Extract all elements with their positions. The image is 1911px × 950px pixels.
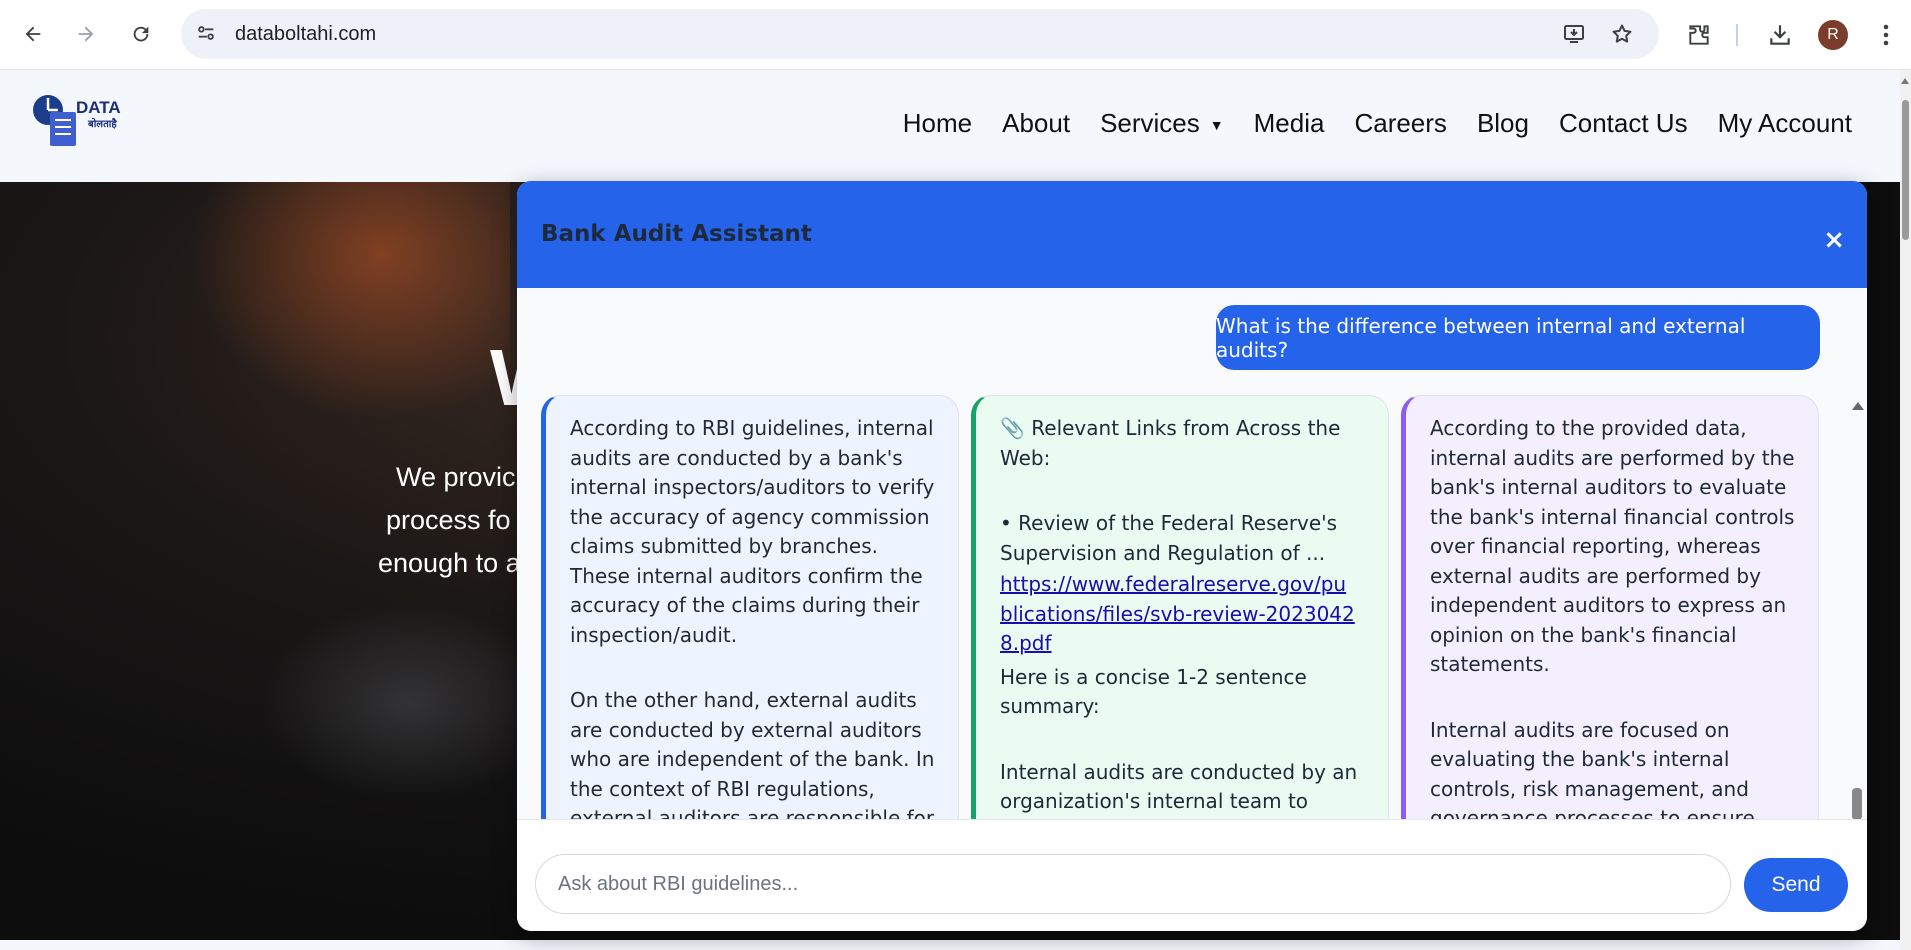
user-message-bubble: What is the difference between internal … xyxy=(1216,305,1820,370)
scroll-up-arrow-icon[interactable] xyxy=(1852,402,1864,410)
site-header: DATA बोलताहै Home About Services ▼ Media … xyxy=(0,70,1900,182)
answer-paragraph: According to the provided data, internal… xyxy=(1430,416,1795,676)
forward-arrow-icon[interactable] xyxy=(66,14,106,54)
bookmark-star-icon[interactable] xyxy=(1608,20,1636,48)
link-item-title: • Review of the Federal Reserve's Superv… xyxy=(1000,511,1338,565)
answer-card-web-links: 📎 Relevant Links from Across the Web: • … xyxy=(971,395,1389,819)
paperclip-icon: 📎 xyxy=(1000,416,1025,440)
download-icon[interactable] xyxy=(1763,18,1797,52)
toolbar-divider xyxy=(1736,24,1738,46)
chat-title: Bank Audit Assistant xyxy=(541,221,812,247)
summary-text: Internal audits are conducted by an orga… xyxy=(1000,759,1358,820)
nav-services-label: Services xyxy=(1100,108,1200,138)
link-item-url[interactable]: https://www.federalreserve.gov/publicati… xyxy=(1000,570,1358,659)
hero-text-line: We provic xyxy=(396,462,516,492)
install-app-icon[interactable] xyxy=(1560,20,1588,48)
main-nav: Home About Services ▼ Media Careers Blog … xyxy=(903,108,1852,139)
site-info-icon[interactable] xyxy=(195,22,217,49)
nav-contact-us[interactable]: Contact Us xyxy=(1559,108,1688,139)
answer-card-rbi: According to RBI guidelines, internal au… xyxy=(541,395,959,819)
page-footer-strip xyxy=(0,940,1900,950)
kebab-menu-icon[interactable] xyxy=(1869,18,1903,52)
page-scrollbar[interactable] xyxy=(1900,70,1911,950)
profile-avatar[interactable]: R xyxy=(1818,20,1848,50)
web-links-heading-text: Relevant Links from Across the Web: xyxy=(1000,416,1341,470)
browser-toolbar: databoltahi.com R xyxy=(0,0,1911,70)
extensions-icon[interactable] xyxy=(1682,18,1716,52)
nav-home[interactable]: Home xyxy=(903,108,972,139)
chat-messages[interactable]: What is the difference between internal … xyxy=(517,288,1867,819)
send-button[interactable]: Send xyxy=(1744,858,1848,912)
nav-media[interactable]: Media xyxy=(1254,108,1325,139)
chat-scrollbar[interactable] xyxy=(1847,395,1867,819)
hero-keyboard-shade xyxy=(260,602,560,802)
hero-text-line: process fo xyxy=(386,505,511,535)
chat-input-bar: Send xyxy=(517,819,1867,931)
hero-glow xyxy=(190,182,510,422)
url-text[interactable]: databoltahi.com xyxy=(235,23,376,46)
site-logo[interactable]: DATA बोलताहै xyxy=(30,92,140,152)
page-scroll-thumb[interactable] xyxy=(1902,100,1909,240)
nav-my-account[interactable]: My Account xyxy=(1718,108,1852,139)
logo-text: DATA xyxy=(76,98,121,117)
address-bar[interactable]: databoltahi.com xyxy=(181,9,1659,59)
chat-scroll-thumb[interactable] xyxy=(1852,788,1862,819)
answer-paragraph: Internal audits are focused on evaluatin… xyxy=(1430,717,1755,820)
caret-down-icon: ▼ xyxy=(1209,117,1224,134)
answer-card-data: According to the provided data, internal… xyxy=(1401,395,1819,819)
scroll-up-arrow-icon[interactable] xyxy=(1901,78,1909,84)
close-icon[interactable]: × xyxy=(1823,227,1845,253)
summary-intro: Here is a concise 1-2 sentence summary: xyxy=(1000,664,1307,719)
chat-header: Bank Audit Assistant × xyxy=(517,181,1867,288)
chat-widget: Bank Audit Assistant × What is the diffe… xyxy=(517,181,1867,931)
web-links-heading: 📎 Relevant Links from Across the Web: xyxy=(1000,414,1358,473)
nav-careers[interactable]: Careers xyxy=(1354,108,1446,139)
nav-blog[interactable]: Blog xyxy=(1477,108,1529,139)
reload-icon[interactable] xyxy=(121,14,161,54)
logo-subtext: बोलताहै xyxy=(88,119,117,130)
nav-about[interactable]: About xyxy=(1002,108,1070,139)
back-arrow-icon[interactable] xyxy=(13,14,53,54)
answer-paragraph: On the other hand, external audits are c… xyxy=(570,688,935,819)
answer-paragraph: According to RBI guidelines, internal au… xyxy=(570,416,935,647)
hero-text-line: enough to a xyxy=(378,548,521,578)
nav-services[interactable]: Services ▼ xyxy=(1100,108,1224,139)
chat-input[interactable] xyxy=(535,854,1731,914)
